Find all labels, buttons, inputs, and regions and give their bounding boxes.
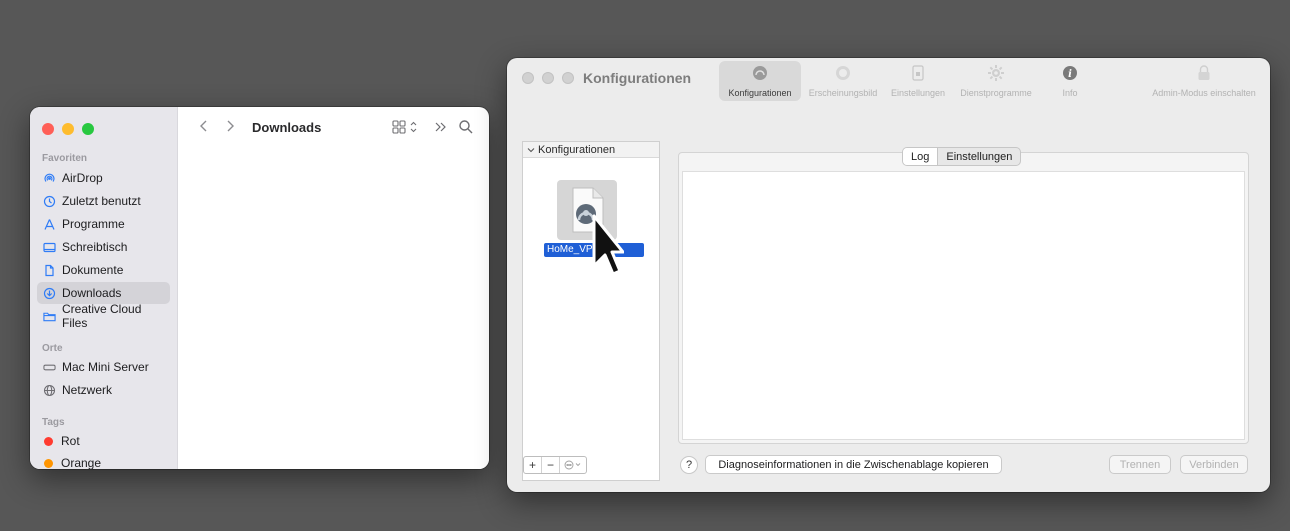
clock-icon (43, 195, 56, 208)
log-text-area[interactable] (682, 171, 1245, 440)
settings-icon (910, 62, 926, 84)
sidebar-section-favorites: Favoriten (42, 153, 88, 164)
toolbar-configurations[interactable]: Konfigurationen (719, 61, 801, 101)
sidebar-item-creative-cloud[interactable]: Creative Cloud Files (37, 302, 170, 330)
sidebar-item-tag-orange[interactable]: Orange (37, 452, 170, 469)
tab-settings[interactable]: Einstellungen (938, 148, 1020, 165)
chevron-double-right-icon (435, 122, 446, 132)
toolbar-settings[interactable]: Einstellungen (884, 61, 952, 101)
close-button[interactable] (42, 123, 54, 135)
chevron-down-icon (527, 147, 535, 152)
sidebar-item-documents[interactable]: Dokumente (37, 259, 170, 281)
add-config-button[interactable]: + (524, 457, 542, 473)
sidebar-item-label: Zuletzt benutzt (62, 194, 141, 208)
remove-config-button[interactable]: − (542, 457, 560, 473)
sidebar-item-label: Creative Cloud Files (62, 302, 142, 330)
minimize-button[interactable] (62, 123, 74, 135)
zoom-button[interactable] (82, 123, 94, 135)
detail-panel: Log Einstellungen (678, 147, 1249, 444)
sidebar-item-downloads[interactable]: Downloads (37, 282, 170, 304)
window-controls (522, 72, 574, 84)
window-controls (42, 123, 94, 135)
grid-view-icon (392, 120, 417, 134)
sidebar-item-label: Downloads (62, 286, 122, 300)
airdrop-icon (43, 172, 56, 185)
detail-tabs: Log Einstellungen (902, 147, 1022, 166)
sidebar-section-places: Orte (42, 343, 63, 354)
gear-icon (987, 62, 1005, 84)
back-button[interactable] (196, 119, 212, 137)
sidebar-item-airdrop[interactable]: AirDrop (37, 167, 170, 189)
more-options-icon (564, 460, 581, 470)
view-options-button[interactable] (392, 119, 420, 135)
sidebar-item-mac-mini-server[interactable]: Mac Mini Server (37, 356, 170, 378)
sidebar-item-network[interactable]: Netzwerk (37, 379, 170, 401)
finder-sidebar: Favoriten AirDrop Zuletzt benutzt Progra… (30, 107, 178, 469)
sidebar-item-label: Dokumente (62, 263, 124, 277)
tag-color-dot (44, 458, 53, 468)
sidebar-item-label: Programme (62, 217, 125, 231)
toolbar-appearance[interactable]: Erscheinungsbild (804, 61, 882, 101)
sidebar-item-label: AirDrop (62, 171, 103, 185)
search-icon (459, 120, 473, 134)
disconnect-button[interactable]: Trennen (1109, 455, 1171, 474)
vpn-icon (751, 62, 769, 84)
finder-content-area[interactable] (178, 149, 489, 469)
globe-icon (43, 384, 56, 397)
toolbar-utilities[interactable]: Dienstprogramme (954, 61, 1038, 101)
window-title: Downloads (252, 120, 322, 135)
chevron-left-icon (200, 120, 207, 132)
appearance-icon (834, 62, 852, 84)
search-button[interactable] (458, 119, 474, 135)
copy-diagnostics-button[interactable]: Diagnoseinformationen in die Zwischenabl… (705, 455, 1002, 474)
finder-toolbar: Downloads (178, 107, 489, 149)
sidebar-item-label: Schreibtisch (62, 240, 128, 254)
zoom-button[interactable] (562, 72, 574, 84)
sidebar-item-desktop[interactable]: Schreibtisch (37, 236, 170, 258)
document-icon (43, 264, 56, 277)
mouse-cursor-icon (590, 212, 625, 285)
toolbar-info[interactable]: i Info (1055, 61, 1085, 101)
finder-window: Favoriten AirDrop Zuletzt benutzt Progra… (30, 107, 489, 469)
chevron-right-icon (227, 120, 234, 132)
apps-icon (43, 218, 56, 231)
configuration-list[interactable]: Konfigurationen HoMe_VP (522, 141, 660, 481)
help-button[interactable]: ? (680, 456, 698, 474)
sidebar-item-label: Netzwerk (62, 383, 113, 397)
info-icon: i (1062, 62, 1078, 84)
config-actions-menu[interactable] (560, 457, 586, 473)
sidebar-item-label: Rot (61, 434, 80, 448)
sidebar-item-recent[interactable]: Zuletzt benutzt (37, 190, 170, 212)
lock-icon (1196, 62, 1212, 84)
sidebar-item-label: Mac Mini Server (62, 360, 149, 374)
tag-color-dot (44, 436, 53, 446)
sidebar-item-applications[interactable]: Programme (37, 213, 170, 235)
display-icon (43, 361, 56, 374)
tab-log[interactable]: Log (903, 148, 939, 165)
forward-button[interactable] (222, 119, 238, 137)
svg-text:i: i (1068, 69, 1072, 80)
sidebar-item-tag-red[interactable]: Rot (37, 430, 170, 452)
sidebar-item-label: Orange (61, 456, 102, 469)
close-button[interactable] (522, 72, 534, 84)
config-list-actions: + − (523, 456, 587, 474)
connect-button[interactable]: Verbinden (1180, 455, 1248, 474)
window-title: Konfigurationen (583, 70, 692, 86)
folder-icon (43, 310, 56, 323)
desktop-icon (43, 241, 56, 254)
more-toolbar-button[interactable] (434, 119, 448, 135)
sidebar-section-tags: Tags (42, 417, 65, 428)
download-icon (43, 287, 56, 300)
configuration-list-header[interactable]: Konfigurationen (523, 142, 659, 158)
minimize-button[interactable] (542, 72, 554, 84)
toolbar-admin-mode[interactable]: Admin-Modus einschalten (1145, 61, 1263, 101)
